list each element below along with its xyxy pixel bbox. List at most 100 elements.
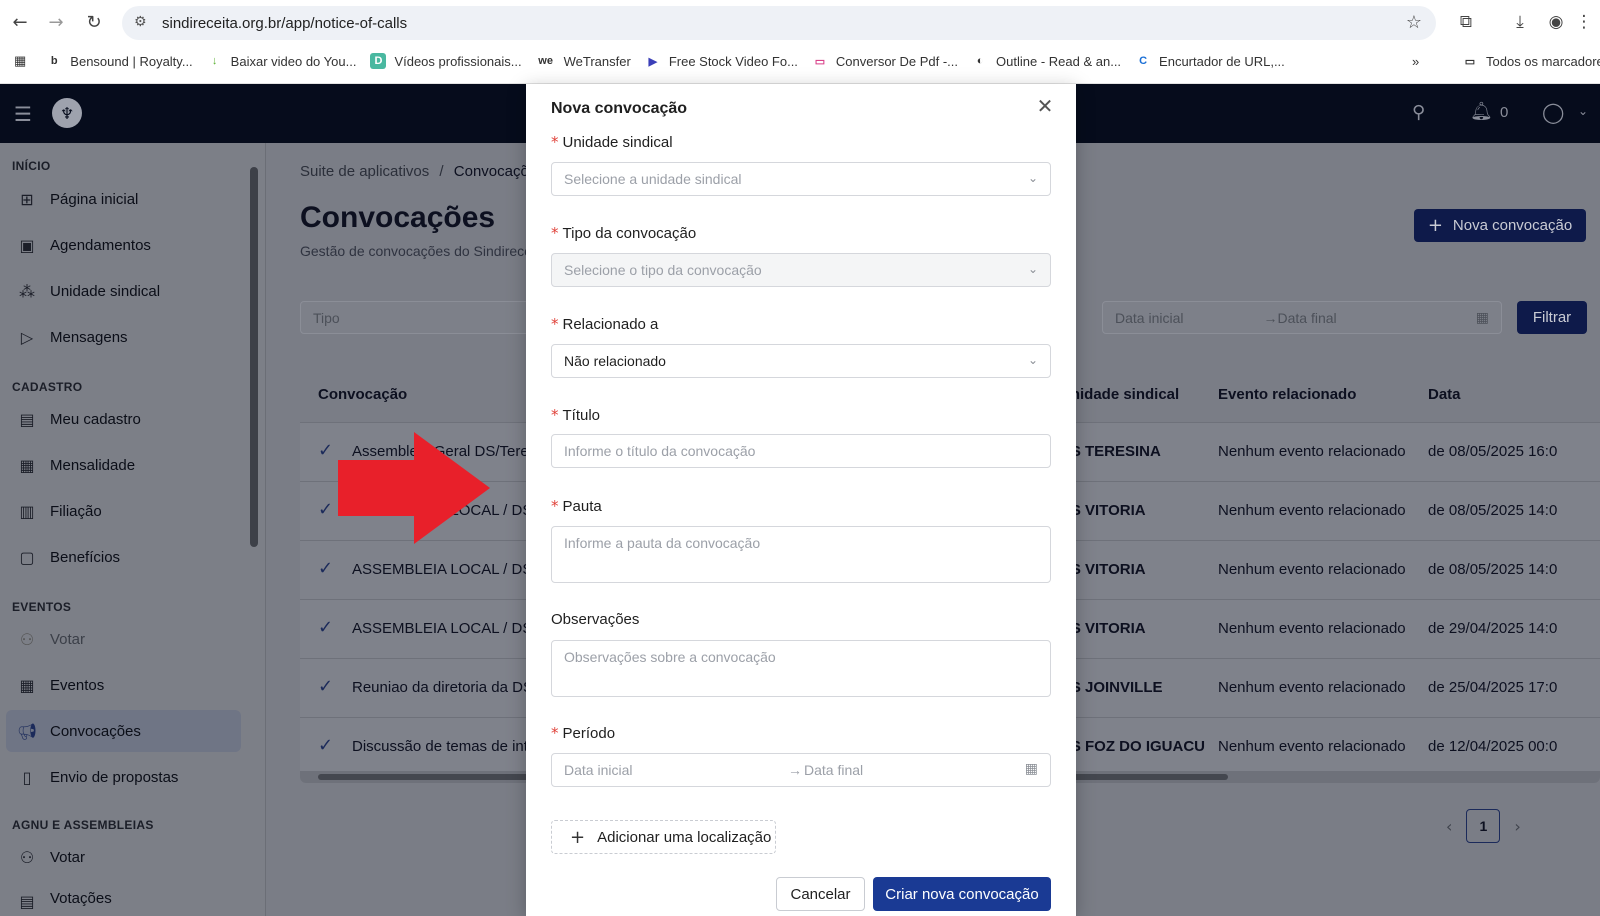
sidebar-item-label: Eventos xyxy=(50,676,105,694)
pdf-converter-icon: ▭ xyxy=(814,55,826,68)
sidebar-item-unidade-sindical[interactable]: ⁂ Unidade sindical xyxy=(6,270,241,312)
sidebar-item-envio-de-propostas[interactable]: ▯ Envio de propostas xyxy=(6,756,241,798)
filter-button[interactable]: Filtrar xyxy=(1517,301,1587,334)
pauta-textarea[interactable]: Informe a pauta da convocação xyxy=(551,526,1051,583)
new-call-button[interactable]: + Nova convocação xyxy=(1414,209,1586,242)
address-bar[interactable]: ⚙ sindireceita.org.br/app/notice-of-call… xyxy=(122,6,1436,40)
tipo-label: * Tipo da convocação xyxy=(551,224,696,242)
logo-icon[interactable]: ♆ xyxy=(52,98,82,128)
extensions-icon[interactable]: ⧉ xyxy=(1452,8,1480,36)
more-bookmarks-icon[interactable]: » xyxy=(1412,48,1419,74)
sidebar-item-label: Votações xyxy=(50,890,112,907)
type-filter-placeholder: Tipo xyxy=(313,309,340,326)
sidebar-item-meu-cadastro[interactable]: ▤ Meu cadastro xyxy=(6,398,241,440)
id-card-icon: ▤ xyxy=(19,409,35,429)
sidebar-item-pagina-inicial[interactable]: ⊞ Página inicial xyxy=(6,178,241,220)
tipo-select[interactable]: Selecione o tipo da convocação ⌄ xyxy=(551,253,1051,287)
stock-video-icon: ▶ xyxy=(648,55,658,68)
observacoes-textarea[interactable]: Observações sobre a convocação xyxy=(551,640,1051,697)
calendar-icon: ▣ xyxy=(19,235,35,255)
vote-icon: ⚇ xyxy=(19,847,35,867)
unidade-label: * Unidade sindical xyxy=(551,133,673,151)
sidebar-item-mensalidade[interactable]: ▦ Mensalidade xyxy=(6,444,241,486)
list-icon: ▤ xyxy=(19,891,35,911)
sidebar-scrollbar[interactable] xyxy=(250,147,258,907)
create-call-button[interactable]: Criar nova convocação xyxy=(873,877,1051,911)
forward-icon[interactable]: → xyxy=(42,8,70,36)
download-icon[interactable]: ⤓ xyxy=(1506,8,1534,36)
browser-menu-icon[interactable]: ⋮ xyxy=(1574,8,1594,36)
pauta-placeholder: Informe a pauta da convocação xyxy=(564,535,761,551)
profile-avatar-icon[interactable]: ◉ xyxy=(1542,8,1570,36)
calendar-icon: ▦ xyxy=(19,675,35,695)
required-asterisk: * xyxy=(551,315,559,333)
url-text: sindireceita.org.br/app/notice-of-calls xyxy=(162,14,408,32)
breadcrumb-separator: / xyxy=(439,163,444,180)
bookmark-item[interactable]: C Encurtador de URL,... xyxy=(1135,48,1285,74)
bookmark-item[interactable]: ▶ Free Stock Video Fo... xyxy=(645,48,798,74)
close-icon[interactable]: ✕ xyxy=(1034,94,1056,118)
bell-icon[interactable]: 🔔︎ xyxy=(1470,101,1493,122)
bookmark-item[interactable]: b Bensound | Royalty... xyxy=(46,48,193,74)
next-page-icon[interactable]: › xyxy=(1514,817,1520,836)
section-title: EVENTOS xyxy=(12,600,72,614)
add-location-button[interactable]: + Adicionar uma localização xyxy=(551,820,776,854)
collapse-menu-icon[interactable]: ☰ xyxy=(14,102,32,126)
user-avatar-icon[interactable]: ◯ xyxy=(1542,100,1564,124)
relacionado-select[interactable]: Não relacionado ⌄ xyxy=(551,344,1051,378)
bensound-icon: b xyxy=(50,55,58,67)
sidebar-item-eventos[interactable]: ▦ Eventos xyxy=(6,664,241,706)
cancel-button[interactable]: Cancelar xyxy=(776,877,865,911)
reload-icon[interactable]: ↻ xyxy=(80,8,108,36)
titulo-label-text: Título xyxy=(562,407,601,424)
type-filter-select[interactable]: Tipo xyxy=(300,301,540,334)
bookmark-item[interactable]: D Vídeos profissionais... xyxy=(370,48,522,74)
page-number[interactable]: 1 xyxy=(1466,809,1501,843)
breadcrumb-root[interactable]: Suite de aplicativos xyxy=(300,163,429,180)
periodo-label-text: Período xyxy=(562,725,616,742)
sidebar-item-votar[interactable]: ⚇ Votar xyxy=(6,836,241,878)
all-bookmarks[interactable]: ▭ Todos os marcadores xyxy=(1462,48,1600,74)
site-info-icon[interactable]: ⚙ xyxy=(134,14,152,32)
cell-event: Nenhum evento relacionado xyxy=(1218,620,1406,637)
bookmark-item[interactable]: ▭ Conversor De Pdf -... xyxy=(812,48,958,74)
col-header-call[interactable]: Convocação xyxy=(318,386,407,403)
bookmark-item[interactable]: ↓ Baixar video do You... xyxy=(207,48,357,74)
sidebar-item-label: Meu cadastro xyxy=(50,410,141,428)
col-header-date[interactable]: Data xyxy=(1428,386,1461,403)
sidebar-item-label: Benefícios xyxy=(50,548,121,566)
date-range-filter[interactable]: Data inicial → Data final ▦ xyxy=(1102,301,1502,334)
chevron-down-icon[interactable]: ⌄ xyxy=(1578,104,1588,118)
user-search-icon[interactable]: ⚲ xyxy=(1412,102,1425,123)
cell-date: de 25/04/2025 17:0 xyxy=(1428,679,1558,696)
bookmark-star-icon[interactable]: ☆ xyxy=(1406,12,1422,33)
bookmark-label: Encurtador de URL,... xyxy=(1159,53,1285,69)
page-title: Convocações xyxy=(300,201,496,234)
prev-page-icon[interactable]: ‹ xyxy=(1446,817,1452,836)
sidebar-item-votacoes[interactable]: ▤ Votações xyxy=(6,882,241,916)
back-icon[interactable]: ← xyxy=(6,8,34,36)
bookmark-item[interactable]: we WeTransfer xyxy=(536,48,631,74)
periodo-date-range[interactable]: Data inicial → Data final ▦ xyxy=(551,753,1051,787)
tipo-label-text: Tipo da convocação xyxy=(562,225,697,242)
apps-grid-icon[interactable]: ▦ xyxy=(14,48,26,74)
col-header-unit[interactable]: Unidade sindical xyxy=(1060,386,1179,403)
check-circle-icon: ✓ xyxy=(318,558,334,579)
cell-date: de 12/04/2025 00:0 xyxy=(1428,738,1558,755)
date-end-placeholder: Data final xyxy=(1277,309,1337,326)
periodo-end-placeholder: Data final xyxy=(804,762,864,778)
bookmark-label: Baixar video do You... xyxy=(230,53,357,69)
titulo-input[interactable]: Informe o título da convocação xyxy=(551,434,1051,468)
sidebar-item-beneficios[interactable]: ▢ Benefícios xyxy=(6,536,241,578)
unidade-label-text: Unidade sindical xyxy=(562,134,673,151)
sidebar-item-convocacoes[interactable]: 📢︎ Convocações xyxy=(6,710,241,752)
col-header-event[interactable]: Evento relacionado xyxy=(1218,386,1356,403)
sidebar-item-mensagens[interactable]: ▷ Mensagens xyxy=(6,316,241,358)
sidebar-item-agendamentos[interactable]: ▣ Agendamentos xyxy=(6,224,241,266)
unidade-select[interactable]: Selecione a unidade sindical ⌄ xyxy=(551,162,1051,196)
bookmark-item[interactable]: ◐ Outline - Read & an... xyxy=(972,48,1121,74)
scrollbar-thumb[interactable] xyxy=(250,167,258,547)
sidebar-item-filiacao[interactable]: ▥ Filiação xyxy=(6,490,241,532)
bookmark-label: WeTransfer xyxy=(563,53,631,69)
observacoes-label: Observações xyxy=(551,611,640,628)
